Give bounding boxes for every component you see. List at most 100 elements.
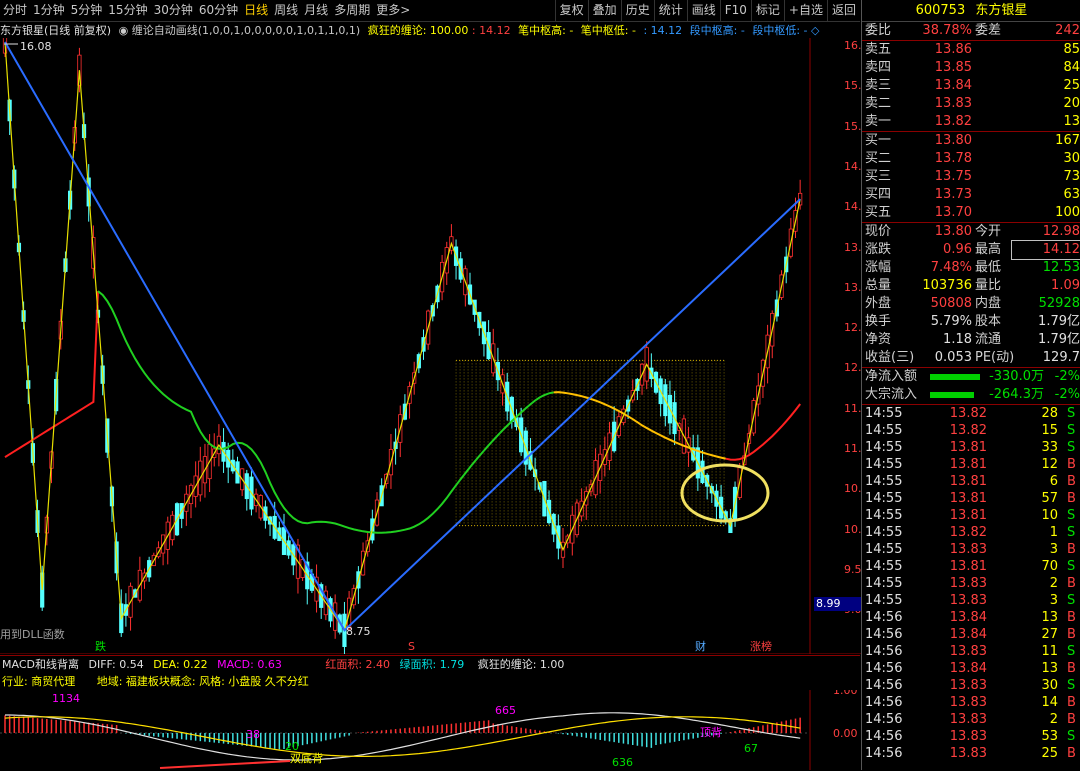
mark-zhang: 涨榜: [750, 639, 772, 653]
tick-volume: 1: [1049, 525, 1058, 540]
flow-pct: -2%: [1054, 387, 1080, 402]
tool-button[interactable]: F10: [719, 0, 751, 21]
book-volume: 63: [1063, 187, 1080, 202]
period-tab[interactable]: 多周期: [331, 0, 373, 21]
tool-button[interactable]: 统计: [653, 0, 687, 21]
stat-row: 收益(三) 0.053 PE(动) 129.7: [862, 349, 1080, 367]
tick-price: 13.81: [949, 457, 987, 472]
period-tab[interactable]: 5分钟: [68, 0, 106, 21]
tick-row[interactable]: 14:55 13.81 6 B: [862, 473, 1080, 490]
indicator-name[interactable]: 缠论自动画线(1,0,0,1,0,0,0,0,0,1,0,1,1,0,1): [132, 24, 361, 37]
tick-list[interactable]: 14:55 13.82 28 S 14:55 13.82 15 S 14:55 13.81 33 S 1…: [862, 405, 1080, 762]
tick-price: 13.83: [949, 542, 987, 557]
stat-row: 净资 1.18 流通 1.79亿: [862, 331, 1080, 349]
stat-row: 现价 13.80 今开 12.98: [862, 223, 1080, 241]
diff-line: [5, 712, 801, 761]
region: 地域: 福建板块概念: 风格: 小盘股 久不分红: [96, 675, 309, 688]
tick-price: 13.82: [949, 406, 987, 421]
tick-price: 13.81: [949, 491, 987, 506]
book-row[interactable]: 买一 13.80 167: [862, 132, 1080, 150]
tick-volume: 70: [1041, 559, 1058, 574]
period-tab[interactable]: 月线: [301, 0, 331, 21]
book-label: 买三: [865, 169, 892, 184]
period-tab[interactable]: 30分钟: [151, 0, 196, 21]
book-row[interactable]: 买五 13.70 100: [862, 204, 1080, 222]
book-volume: 167: [1055, 133, 1080, 148]
period-tab[interactable]: 15分钟: [105, 0, 150, 21]
tick-time: 14:55: [865, 593, 903, 608]
tick-row[interactable]: 14:55 13.81 12 B: [862, 456, 1080, 473]
flow-bar: [930, 392, 974, 398]
ma-line-yellow: [553, 391, 727, 460]
book-row[interactable]: 卖二 13.83 20: [862, 95, 1080, 113]
tick-price: 13.84: [949, 661, 987, 676]
period-tab[interactable]: 日线: [241, 0, 271, 21]
period-tab[interactable]: 60分钟: [196, 0, 241, 21]
tick-row[interactable]: 14:55 13.83 2 B: [862, 575, 1080, 592]
tick-row[interactable]: 14:56 13.83 30 S: [862, 677, 1080, 694]
tick-side: B: [1067, 661, 1076, 676]
stat-label-2: 最高: [975, 242, 1002, 257]
period-tab[interactable]: 1分钟: [30, 0, 68, 21]
tick-row[interactable]: 14:56 13.84 27 B: [862, 626, 1080, 643]
macd-value: MACD: 0.63: [217, 658, 282, 671]
quote-header: 600753 东方银星: [862, 0, 1080, 22]
tool-button[interactable]: 叠加: [587, 0, 621, 21]
tick-price: 13.83: [949, 712, 987, 727]
price-chart[interactable]: 16.08 8.75 用到DLL函数跌 S 财 涨榜: [0, 38, 861, 654]
tick-row[interactable]: 14:56 13.83 14 B: [862, 694, 1080, 711]
tick-row[interactable]: 14:55 13.82 28 S: [862, 405, 1080, 422]
period-tab[interactable]: 周线: [271, 0, 301, 21]
book-row[interactable]: 卖三 13.84 25: [862, 77, 1080, 95]
tool-button[interactable]: 历史: [620, 0, 654, 21]
tick-row[interactable]: 14:55 13.83 3 S: [862, 592, 1080, 609]
tick-volume: 57: [1041, 491, 1058, 506]
tick-row[interactable]: 14:56 13.83 11 S: [862, 643, 1080, 660]
book-row[interactable]: 买四 13.73 63: [862, 186, 1080, 204]
book-row[interactable]: 卖五 13.86 85: [862, 41, 1080, 59]
tick-row[interactable]: 14:56 13.83 53 S: [862, 728, 1080, 745]
settings-icon[interactable]: ◉: [119, 24, 129, 37]
tool-button[interactable]: 标记: [750, 0, 784, 21]
book-row[interactable]: 买三 13.75 73: [862, 168, 1080, 186]
period-tab[interactable]: 分时: [0, 0, 30, 21]
book-row[interactable]: 买二 13.78 30: [862, 150, 1080, 168]
tick-row[interactable]: 14:56 13.84 13 B: [862, 609, 1080, 626]
stat-label: 换手: [865, 314, 892, 329]
low-price-label: 8.75: [346, 625, 371, 638]
tick-row[interactable]: 14:56 13.84 13 B: [862, 660, 1080, 677]
macd-title[interactable]: MACD和线背离: [2, 658, 79, 671]
tick-volume: 15: [1041, 423, 1058, 438]
tick-row[interactable]: 14:55 13.81 10 S: [862, 507, 1080, 524]
industry: 行业: 商贸代理: [2, 675, 76, 688]
current-price-tag: 8.99: [814, 597, 862, 611]
tick-price: 13.82: [949, 423, 987, 438]
tick-price: 13.81: [949, 474, 987, 489]
tool-button[interactable]: 画线: [686, 0, 720, 21]
tick-row[interactable]: 14:55 13.83 3 B: [862, 541, 1080, 558]
book-label: 买二: [865, 151, 892, 166]
flow-table: 净流入额 -330.0万 -2% 大宗流入 -264.3万 -2%: [862, 368, 1080, 404]
tick-row[interactable]: 14:56 13.83 2 B: [862, 711, 1080, 728]
period-tab[interactable]: 更多>: [373, 0, 413, 21]
tick-side: B: [1067, 457, 1076, 472]
tick-row[interactable]: 14:55 13.82 1 S: [862, 524, 1080, 541]
tool-button[interactable]: 复权: [554, 0, 588, 21]
tick-row[interactable]: 14:55 13.81 57 B: [862, 490, 1080, 507]
macd-label-double-bottom: 双底背: [290, 751, 323, 765]
tick-row[interactable]: 14:55 13.81 33 S: [862, 439, 1080, 456]
book-row[interactable]: 卖四 13.85 84: [862, 59, 1080, 77]
book-row[interactable]: 卖一 13.82 13: [862, 113, 1080, 131]
tick-side: S: [1067, 406, 1076, 421]
tick-time: 14:55: [865, 406, 903, 421]
tick-volume: 2: [1049, 576, 1058, 591]
webi-label: 委比: [865, 23, 892, 38]
stat-value-2: 52928: [1038, 296, 1080, 311]
stock-code: 600753: [915, 3, 966, 18]
tick-side: S: [1067, 440, 1076, 455]
tick-row[interactable]: 14:56 13.83 25 B: [862, 745, 1080, 762]
tick-row[interactable]: 14:55 13.82 15 S: [862, 422, 1080, 439]
tick-row[interactable]: 14:55 13.81 70 S: [862, 558, 1080, 575]
val-value: : 14.12: [643, 24, 683, 37]
stock-title: 东方银星(日线 前复权): [0, 24, 112, 37]
